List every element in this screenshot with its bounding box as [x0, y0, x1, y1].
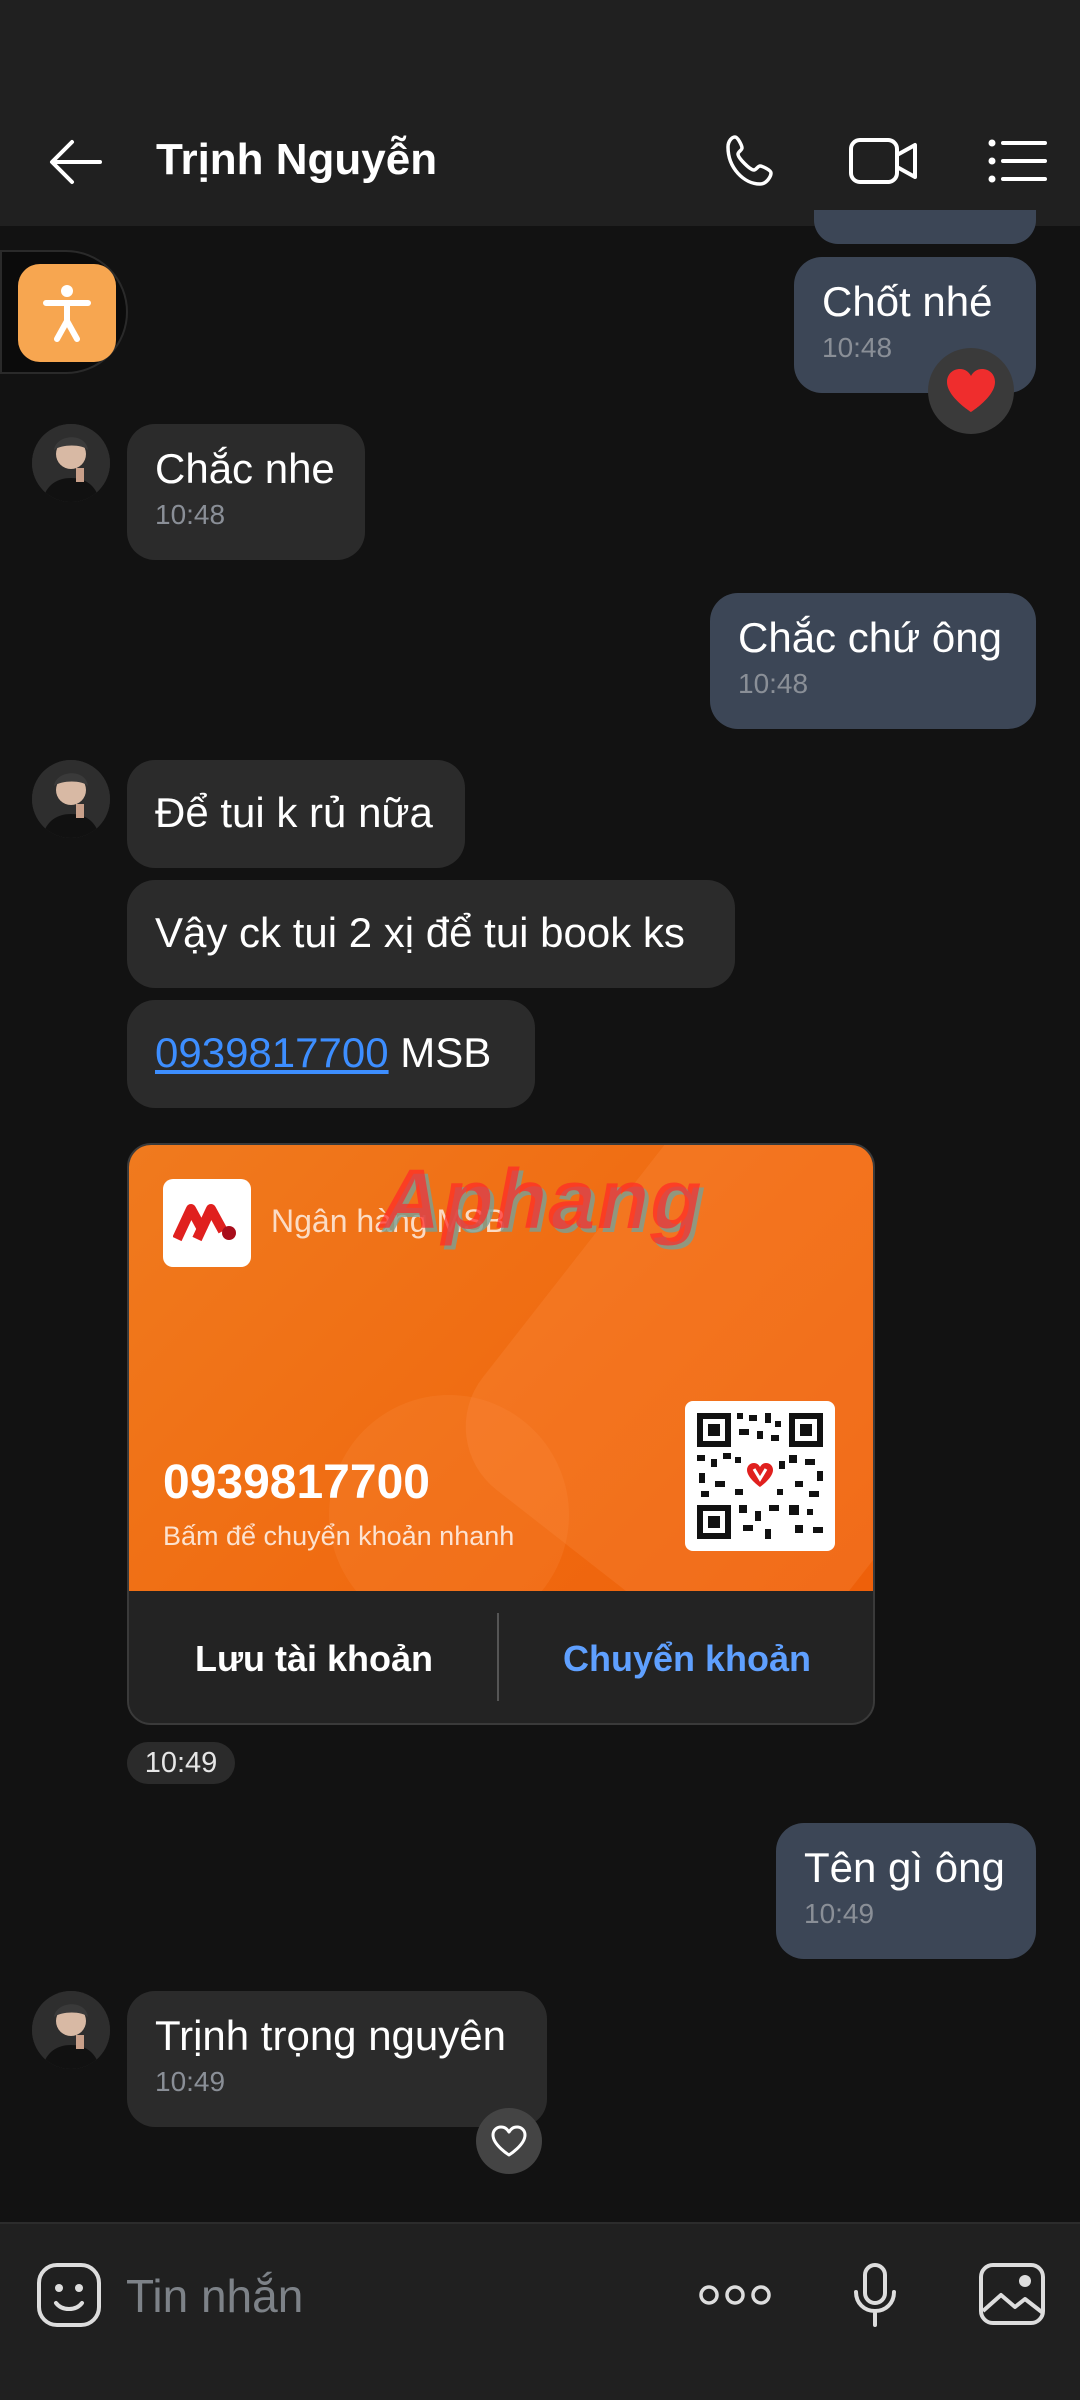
video-camera-icon [849, 138, 917, 184]
watermark-text: Aphang [379, 1152, 704, 1246]
message-text: Vậy ck tui 2 xị để tui book ks [155, 909, 685, 956]
heart-outline-icon [491, 2125, 527, 2157]
accessibility-floating-button[interactable] [0, 250, 128, 374]
menu-list-icon [988, 139, 1047, 183]
video-call-button[interactable] [846, 128, 922, 194]
sticker-button[interactable] [30, 2256, 108, 2334]
bank-card-body[interactable]: Ngân hàng MSB Aphang 0939817700 Bấm để c… [129, 1145, 873, 1591]
more-options-button[interactable] [690, 2264, 780, 2326]
bank-account-card[interactable]: Ngân hàng MSB Aphang 0939817700 Bấm để c… [127, 1143, 875, 1725]
react-heart-button[interactable] [476, 2108, 542, 2174]
message-bubble-incoming[interactable]: Chắc nhe 10:48 [127, 424, 365, 560]
bank-card-actions: Lưu tài khoản Chuyển khoản [129, 1591, 873, 1723]
message-bubble-outgoing[interactable]: Tên gì ông 10:49 [776, 1823, 1036, 1959]
call-button[interactable] [716, 128, 786, 194]
message-bubble-incoming[interactable]: Vậy ck tui 2 xị để tui book ks [127, 880, 735, 988]
message-text: Chắc nhe [155, 445, 335, 492]
message-time: 10:48 [155, 499, 226, 530]
message-text: Chốt nhé [822, 278, 993, 325]
chat-options-button[interactable] [984, 130, 1050, 192]
back-arrow-icon [50, 140, 102, 184]
voice-message-button[interactable] [840, 2256, 910, 2334]
microphone-icon [854, 2263, 896, 2327]
message-bubble-incoming[interactable]: 0939817700 MSB [127, 1000, 535, 1108]
msb-logo [163, 1179, 251, 1267]
contact-name[interactable]: Trịnh Nguyễn [156, 130, 437, 190]
smiley-sticker-icon [37, 2263, 101, 2327]
message-text: Tên gì ông [804, 1844, 1005, 1891]
more-dots-icon [699, 2285, 771, 2305]
phone-icon [726, 135, 773, 186]
image-gallery-icon [979, 2263, 1045, 2325]
account-number: 0939817700 [163, 1456, 430, 1509]
save-account-button[interactable]: Lưu tài khoản [129, 1591, 499, 1723]
message-time: 10:49 [155, 2066, 226, 2097]
phone-number-link[interactable]: 0939817700 [155, 1029, 389, 1076]
qr-code[interactable] [685, 1401, 835, 1551]
message-text: Để tui k rủ nữa [155, 789, 433, 836]
message-text: Trịnh trọng nguyên [155, 2012, 506, 2059]
message-time-pill: 10:49 [127, 1742, 235, 1784]
avatar[interactable] [32, 1991, 110, 2069]
status-bar [0, 0, 1080, 120]
avatar[interactable] [32, 424, 110, 502]
avatar[interactable] [32, 760, 110, 838]
message-bubble-incoming[interactable]: Để tui k rủ nữa [127, 760, 465, 868]
transfer-button[interactable]: Chuyển khoản [499, 1591, 873, 1723]
accessibility-icon [43, 285, 91, 342]
reaction-heart[interactable] [928, 348, 1014, 434]
back-button[interactable] [40, 130, 112, 194]
heart-icon [947, 369, 995, 412]
previous-message-bubble [814, 210, 1036, 244]
message-input[interactable] [124, 2260, 668, 2332]
message-time: 10:48 [738, 668, 809, 699]
message-time: 10:49 [804, 1898, 875, 1929]
quick-transfer-hint: Bấm để chuyển khoản nhanh [163, 1521, 515, 1551]
message-bubble-incoming[interactable]: Trịnh trọng nguyên 10:49 [127, 1991, 547, 2127]
photo-button[interactable] [974, 2256, 1050, 2332]
message-text: MSB [388, 1029, 492, 1076]
message-bubble-outgoing[interactable]: Chắc chứ ông 10:48 [710, 593, 1036, 729]
message-text: Chắc chứ ông [738, 614, 1002, 661]
